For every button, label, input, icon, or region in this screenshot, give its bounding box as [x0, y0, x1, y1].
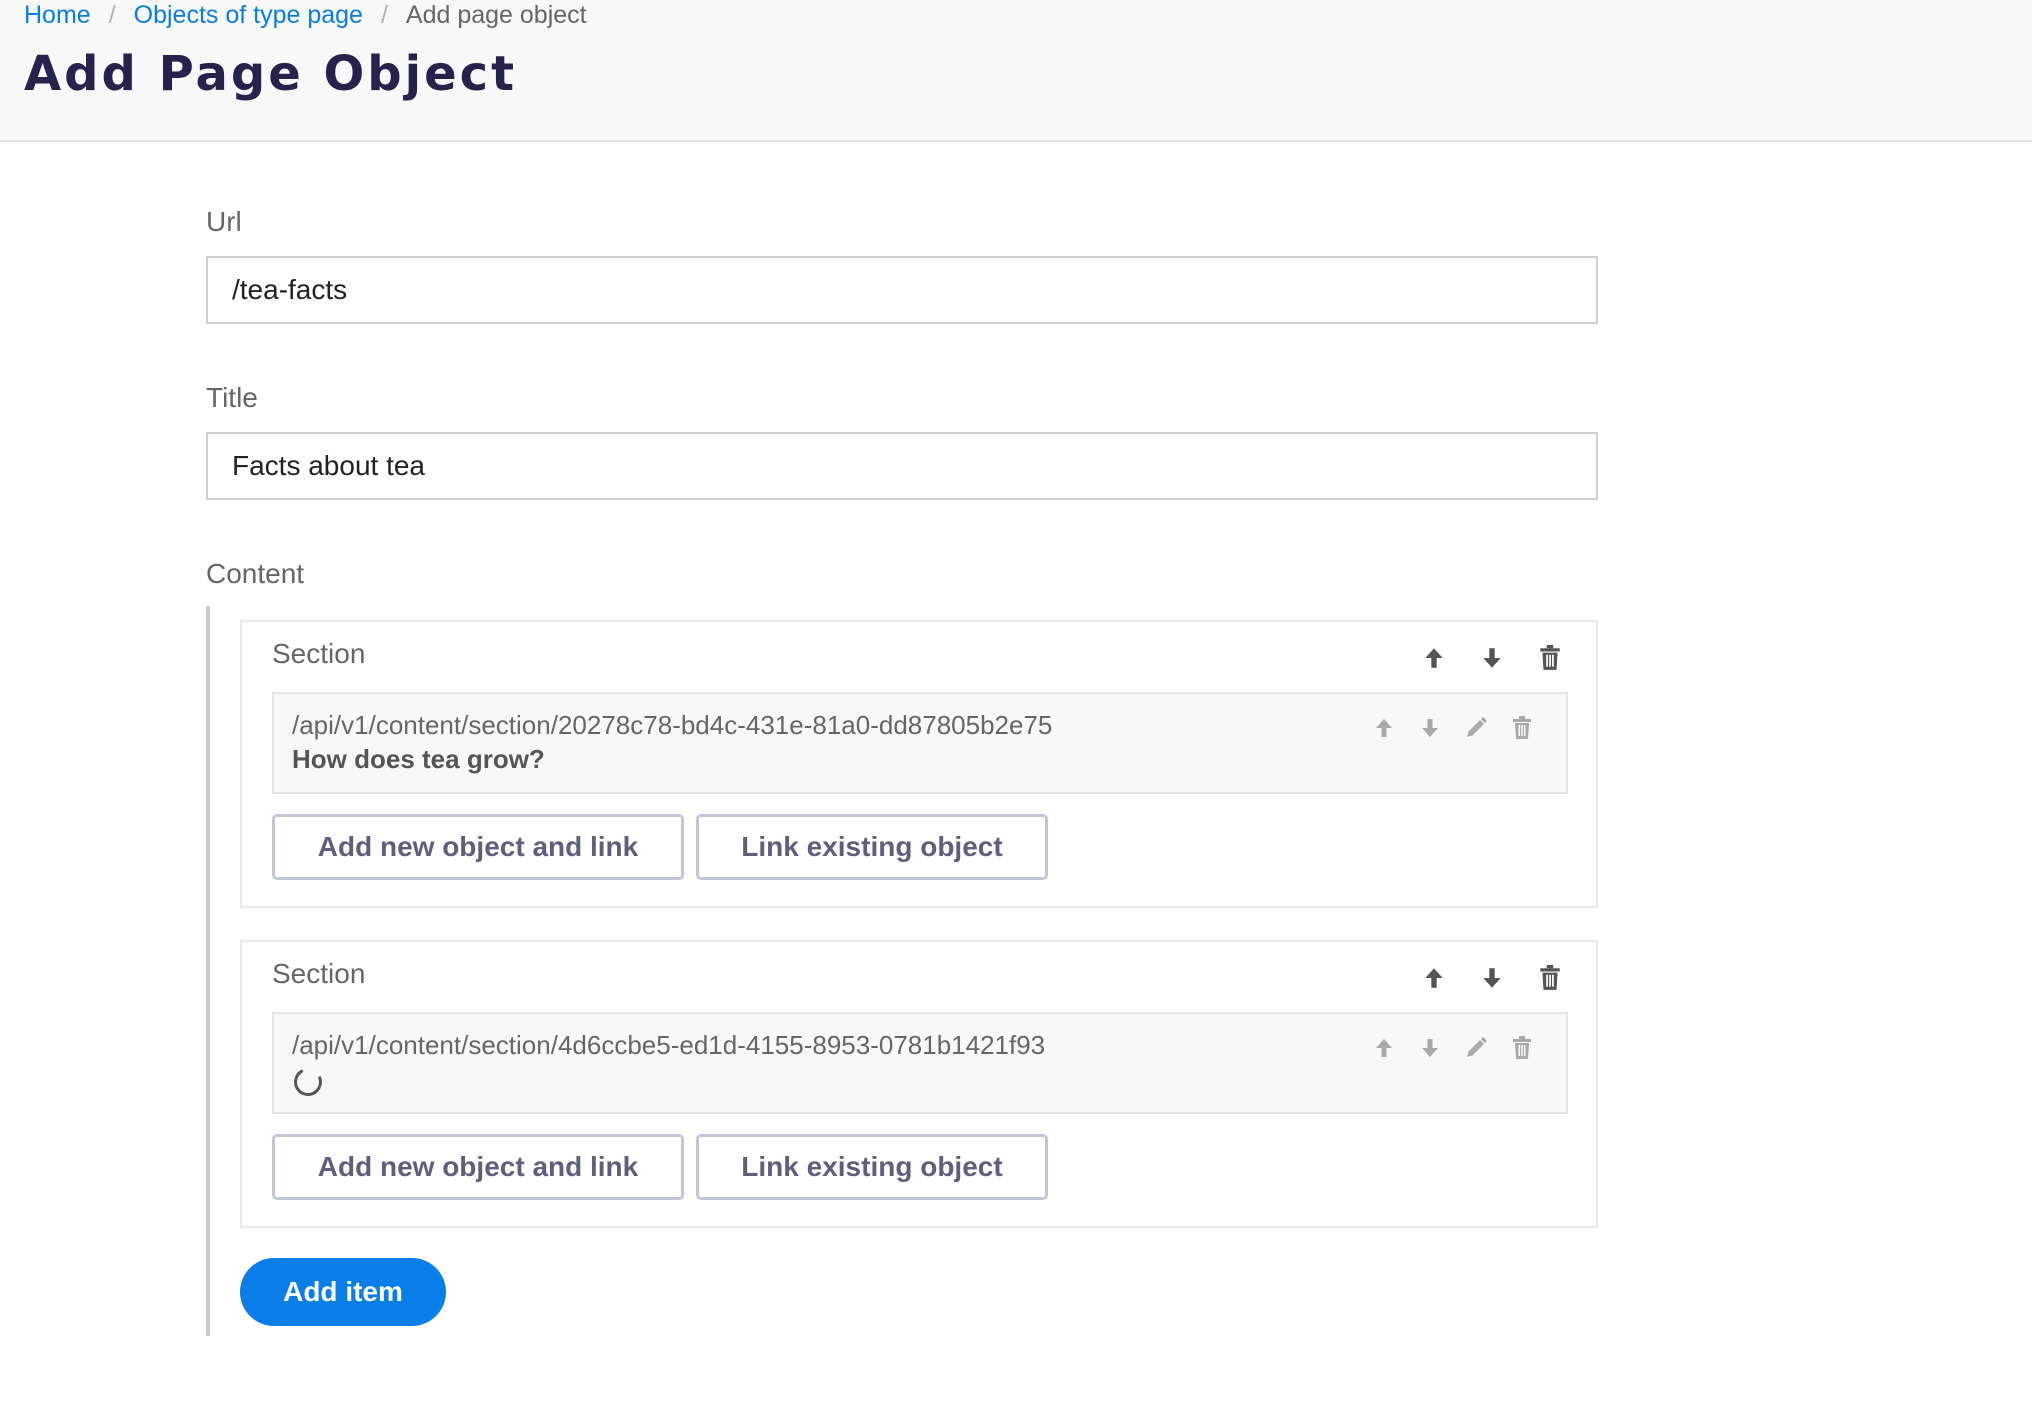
breadcrumb-objects-link[interactable]: Objects of type page	[134, 1, 363, 29]
arrow-up-icon[interactable]	[1416, 960, 1452, 996]
add-item-button[interactable]: Add item	[240, 1258, 446, 1326]
page-header: Home / Objects of type page / Add page o…	[0, 0, 2032, 142]
url-label: Url	[206, 206, 242, 237]
arrow-up-icon[interactable]	[1416, 640, 1452, 676]
trash-icon[interactable]	[1506, 712, 1538, 744]
loading-spinner-icon	[290, 1064, 326, 1100]
trash-icon[interactable]	[1532, 640, 1568, 676]
linked-object-path: /api/v1/content/section/20278c78-bd4c-43…	[292, 710, 1053, 740]
arrow-down-icon[interactable]	[1474, 640, 1510, 676]
add-new-object-and-link-button[interactable]: Add new object and link	[272, 814, 684, 880]
section-title: Section	[272, 638, 366, 669]
link-existing-object-button[interactable]: Link existing object	[696, 814, 1048, 880]
section-actions	[1416, 960, 1568, 996]
arrow-down-icon[interactable]	[1414, 1032, 1446, 1064]
content-label: Content	[206, 558, 305, 589]
pencil-icon[interactable]	[1460, 712, 1492, 744]
arrow-up-icon[interactable]	[1368, 712, 1400, 744]
trash-icon[interactable]	[1506, 1032, 1538, 1064]
page-title: Add Page Object	[24, 46, 518, 102]
add-new-object-and-link-button[interactable]: Add new object and link	[272, 1134, 684, 1200]
pencil-icon[interactable]	[1460, 1032, 1492, 1064]
section-title: Section	[272, 958, 366, 989]
content-section-item: Section /api/v1/content/section/4d6ccbe5…	[240, 940, 1598, 1228]
content-list-rail	[206, 606, 210, 1336]
breadcrumb-home-link[interactable]: Home	[24, 1, 91, 29]
link-existing-object-button[interactable]: Link existing object	[696, 1134, 1048, 1200]
linked-object-reference: /api/v1/content/section/4d6ccbe5-ed1d-41…	[272, 1012, 1568, 1114]
breadcrumb: Home / Objects of type page / Add page o…	[24, 0, 587, 30]
arrow-down-icon[interactable]	[1414, 712, 1446, 744]
linked-object-actions	[1368, 712, 1538, 744]
content-section-item: Section /api/v1/content/section/20278c78…	[240, 620, 1598, 908]
breadcrumb-current: Add page object	[405, 1, 587, 29]
trash-icon[interactable]	[1532, 960, 1568, 996]
linked-object-reference: /api/v1/content/section/20278c78-bd4c-43…	[272, 692, 1568, 794]
title-label: Title	[206, 382, 258, 413]
linked-object-actions	[1368, 1032, 1538, 1064]
section-actions	[1416, 640, 1568, 676]
linked-object-path: /api/v1/content/section/4d6ccbe5-ed1d-41…	[292, 1030, 1046, 1060]
linked-object-title: How does tea grow?	[292, 744, 545, 774]
breadcrumb-separator: /	[108, 1, 116, 29]
arrow-down-icon[interactable]	[1474, 960, 1510, 996]
arrow-up-icon[interactable]	[1368, 1032, 1400, 1064]
breadcrumb-separator: /	[380, 1, 388, 29]
title-input[interactable]	[206, 432, 1598, 500]
url-input[interactable]	[206, 256, 1598, 324]
